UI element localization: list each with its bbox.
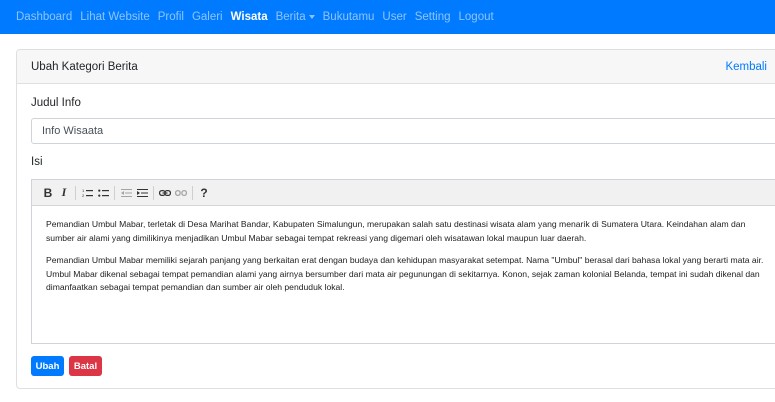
back-link[interactable]: Kembali (725, 61, 767, 73)
italic-icon[interactable]: I (58, 184, 70, 202)
edit-card: Ubah Kategori Berita Kembali Judul Info … (16, 49, 775, 389)
title-input[interactable]: Info Wisaata (31, 118, 775, 144)
editor-paragraph: Pemandian Umbul Mabar memiliki sejarah p… (46, 255, 764, 292)
toolbar-divider (114, 185, 115, 200)
card-header: Ubah Kategori Berita Kembali (17, 50, 775, 84)
indent-icon[interactable] (136, 184, 148, 202)
nav-item-dashboard[interactable]: Dashboard (16, 11, 72, 23)
nav-item-wisata[interactable]: Wisata (231, 11, 268, 23)
chevron-down-icon (308, 14, 315, 19)
card-title: Ubah Kategori Berita (31, 60, 138, 73)
nav-item-berita-label: Berita (275, 11, 306, 23)
nav-item-profil[interactable]: Profil (158, 11, 184, 23)
toolbar-divider (153, 185, 154, 200)
unlink-icon[interactable] (175, 184, 187, 202)
editor-paragraph: Pemandian Umbul Mabar, terletak di Desa … (46, 219, 746, 243)
cancel-button[interactable]: Batal (69, 356, 102, 376)
nav-item-berita[interactable]: Berita (276, 11, 315, 23)
unordered-list-icon[interactable] (97, 184, 109, 202)
editor-toolbar: B I 12 ? (32, 180, 775, 206)
editor-content[interactable]: Pemandian Umbul Mabar, terletak di Desa … (32, 206, 775, 295)
outdent-icon[interactable] (120, 184, 132, 202)
submit-button[interactable]: Ubah (31, 356, 64, 376)
bold-icon[interactable]: B (42, 184, 54, 202)
rich-text-editor[interactable]: B I 12 ? Pemandian Umbul Mabar, terletak… (31, 179, 775, 344)
link-icon[interactable] (159, 184, 171, 202)
svg-text:2: 2 (82, 193, 85, 198)
nav-item-lihat-website[interactable]: Lihat Website (80, 11, 149, 23)
toolbar-divider (75, 185, 76, 200)
nav-item-galeri[interactable]: Galeri (192, 11, 223, 23)
nav-item-setting[interactable]: Setting (415, 11, 451, 23)
nav-item-bukutamu[interactable]: Bukutamu (323, 11, 375, 23)
nav-item-user[interactable]: User (382, 11, 406, 23)
ordered-list-icon[interactable]: 12 (81, 184, 93, 202)
title-label: Judul Info (31, 97, 81, 109)
help-icon[interactable]: ? (198, 184, 210, 202)
toolbar-divider (192, 185, 193, 200)
nav-item-logout[interactable]: Logout (459, 11, 494, 23)
top-navbar: Dashboard Lihat Website Profil Galeri Wi… (0, 0, 775, 34)
content-label: Isi (31, 156, 43, 168)
